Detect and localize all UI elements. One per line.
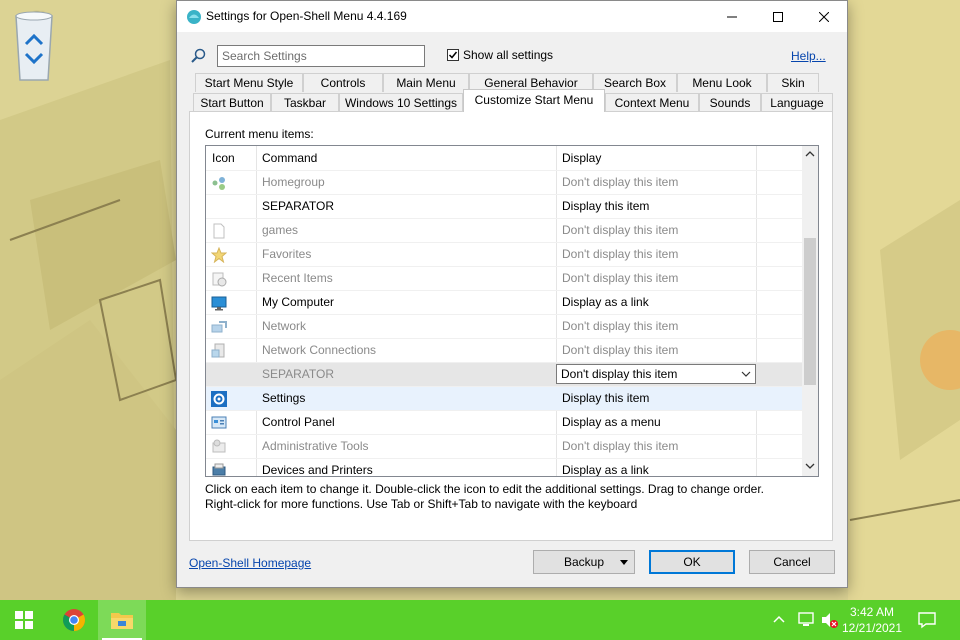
devices-printers-icon: [212, 463, 226, 476]
menu-items-list[interactable]: Icon Command Display Homegroup Don't dis…: [205, 145, 819, 477]
recycle-bin-icon: [15, 11, 53, 81]
network-tray-icon[interactable]: [798, 612, 814, 628]
recent-items-icon: [212, 272, 227, 287]
instructions-line-1: Click on each item to change it. Double-…: [205, 482, 764, 496]
clock-date: 12/21/2021: [841, 621, 903, 635]
network-connections-icon: [211, 343, 225, 358]
start-button[interactable]: [0, 600, 48, 640]
chrome-icon: [63, 609, 85, 631]
instructions-text: Click on each item to change it. Double-…: [205, 482, 764, 512]
scroll-up-icon[interactable]: [805, 150, 815, 158]
checkmark-icon: [448, 51, 458, 59]
file-explorer-icon: [111, 613, 133, 629]
list-item-network-connections[interactable]: Network Connections Don't display this i…: [206, 338, 802, 362]
volume-muted-icon[interactable]: [820, 612, 838, 628]
notifications-icon[interactable]: [918, 611, 936, 629]
list-item-network[interactable]: Network Don't display this item: [206, 314, 802, 338]
list-item-administrative-tools[interactable]: Administrative Tools Don't display this …: [206, 434, 802, 458]
settings-window: Settings for Open-Shell Menu 4.4.169 Sho…: [176, 0, 848, 588]
close-icon: [819, 11, 829, 22]
network-icon: [211, 321, 227, 333]
list-item-recent-items[interactable]: Recent Items Don't display this item: [206, 266, 802, 290]
homegroup-icon: [212, 177, 225, 190]
list-item-settings[interactable]: Settings Display this item: [206, 386, 802, 410]
taskbar: 3:42 AM 12/21/2021: [0, 600, 960, 640]
tab-context-menu[interactable]: Context Menu: [605, 93, 699, 112]
window-title: Settings for Open-Shell Menu 4.4.169: [206, 9, 407, 23]
chevron-up-icon[interactable]: [772, 613, 786, 625]
minimize-icon: [727, 16, 737, 17]
tab-start-button[interactable]: Start Button: [193, 93, 271, 112]
settings-gear-icon: [211, 391, 227, 407]
taskbar-chrome[interactable]: [50, 600, 98, 640]
tab-search-box[interactable]: Search Box: [593, 73, 677, 92]
clock-time: 3:42 AM: [849, 605, 895, 619]
list-item-devices-and-printers[interactable]: Devices and Printers Display as a link: [206, 458, 802, 476]
show-all-settings-checkbox[interactable]: Show all settings: [447, 48, 553, 62]
star-icon: [211, 247, 227, 263]
list-item-separator-selected[interactable]: SEPARATOR Don't display this item: [206, 362, 802, 386]
maximize-button[interactable]: [755, 1, 801, 32]
search-row: Show all settings Help...: [177, 44, 847, 70]
tab-windows-10-settings[interactable]: Windows 10 Settings: [339, 93, 463, 112]
list-item-control-panel[interactable]: Control Panel Display as a menu: [206, 410, 802, 434]
list-item-homegroup[interactable]: Homegroup Don't display this item: [206, 170, 802, 194]
dropdown-arrow-icon: [620, 560, 628, 565]
backup-button-label: Backup: [563, 555, 605, 569]
clock[interactable]: 3:42 AM 12/21/2021: [840, 604, 904, 636]
tab-sounds[interactable]: Sounds: [699, 93, 761, 112]
search-input[interactable]: [217, 45, 425, 67]
administrative-tools-icon: [212, 439, 226, 453]
tab-customize-start-menu[interactable]: Customize Start Menu: [463, 89, 605, 112]
show-all-settings-label: Show all settings: [463, 48, 554, 62]
monitor-icon: [211, 296, 227, 311]
windows-start-icon: [15, 611, 33, 629]
tab-language[interactable]: Language: [761, 93, 833, 112]
chevron-down-icon: [741, 371, 751, 377]
title-bar[interactable]: Settings for Open-Shell Menu 4.4.169: [177, 1, 847, 32]
ok-button[interactable]: OK: [649, 550, 735, 574]
recycle-bin[interactable]: Bin: [12, 10, 72, 81]
column-header-display[interactable]: Display: [562, 151, 601, 165]
tab-controls[interactable]: Controls: [303, 73, 383, 92]
blank-document-icon: [213, 223, 225, 239]
cancel-button[interactable]: Cancel: [749, 550, 835, 574]
control-panel-icon: [211, 416, 227, 429]
tab-menu-look[interactable]: Menu Look: [677, 73, 767, 92]
backup-button[interactable]: Backup: [533, 550, 635, 574]
maximize-icon: [773, 11, 783, 22]
help-link[interactable]: Help...: [791, 49, 826, 63]
column-header-command[interactable]: Command: [262, 151, 317, 165]
list-item-my-computer[interactable]: My Computer Display as a link: [206, 290, 802, 314]
tab-skin[interactable]: Skin: [767, 73, 819, 92]
scrollbar-thumb[interactable]: [804, 238, 816, 385]
column-header-icon[interactable]: Icon: [212, 151, 235, 165]
open-shell-icon: [187, 10, 201, 24]
tab-start-menu-style[interactable]: Start Menu Style: [195, 73, 303, 92]
close-button[interactable]: [801, 1, 847, 32]
current-menu-items-label: Current menu items:: [205, 127, 314, 141]
tab-main-menu[interactable]: Main Menu: [383, 73, 469, 92]
checkbox-box[interactable]: [447, 49, 459, 61]
display-dropdown[interactable]: Don't display this item: [556, 364, 756, 384]
list-scrollbar[interactable]: [802, 146, 818, 476]
search-icon: [191, 48, 206, 63]
open-shell-homepage-link[interactable]: Open-Shell Homepage: [189, 556, 311, 570]
tab-taskbar[interactable]: Taskbar: [271, 93, 339, 112]
scroll-down-icon[interactable]: [805, 462, 815, 470]
instructions-line-2: Right-click for more functions. Use Tab …: [205, 497, 638, 511]
taskbar-file-explorer[interactable]: [98, 600, 146, 640]
list-item-separator[interactable]: SEPARATOR Display this item: [206, 194, 802, 218]
list-item-favorites[interactable]: Favorites Don't display this item: [206, 242, 802, 266]
minimize-button[interactable]: [709, 1, 755, 32]
list-header: Icon Command Display: [206, 146, 802, 170]
display-dropdown-value: Don't display this item: [561, 367, 678, 381]
list-item-games[interactable]: games Don't display this item: [206, 218, 802, 242]
